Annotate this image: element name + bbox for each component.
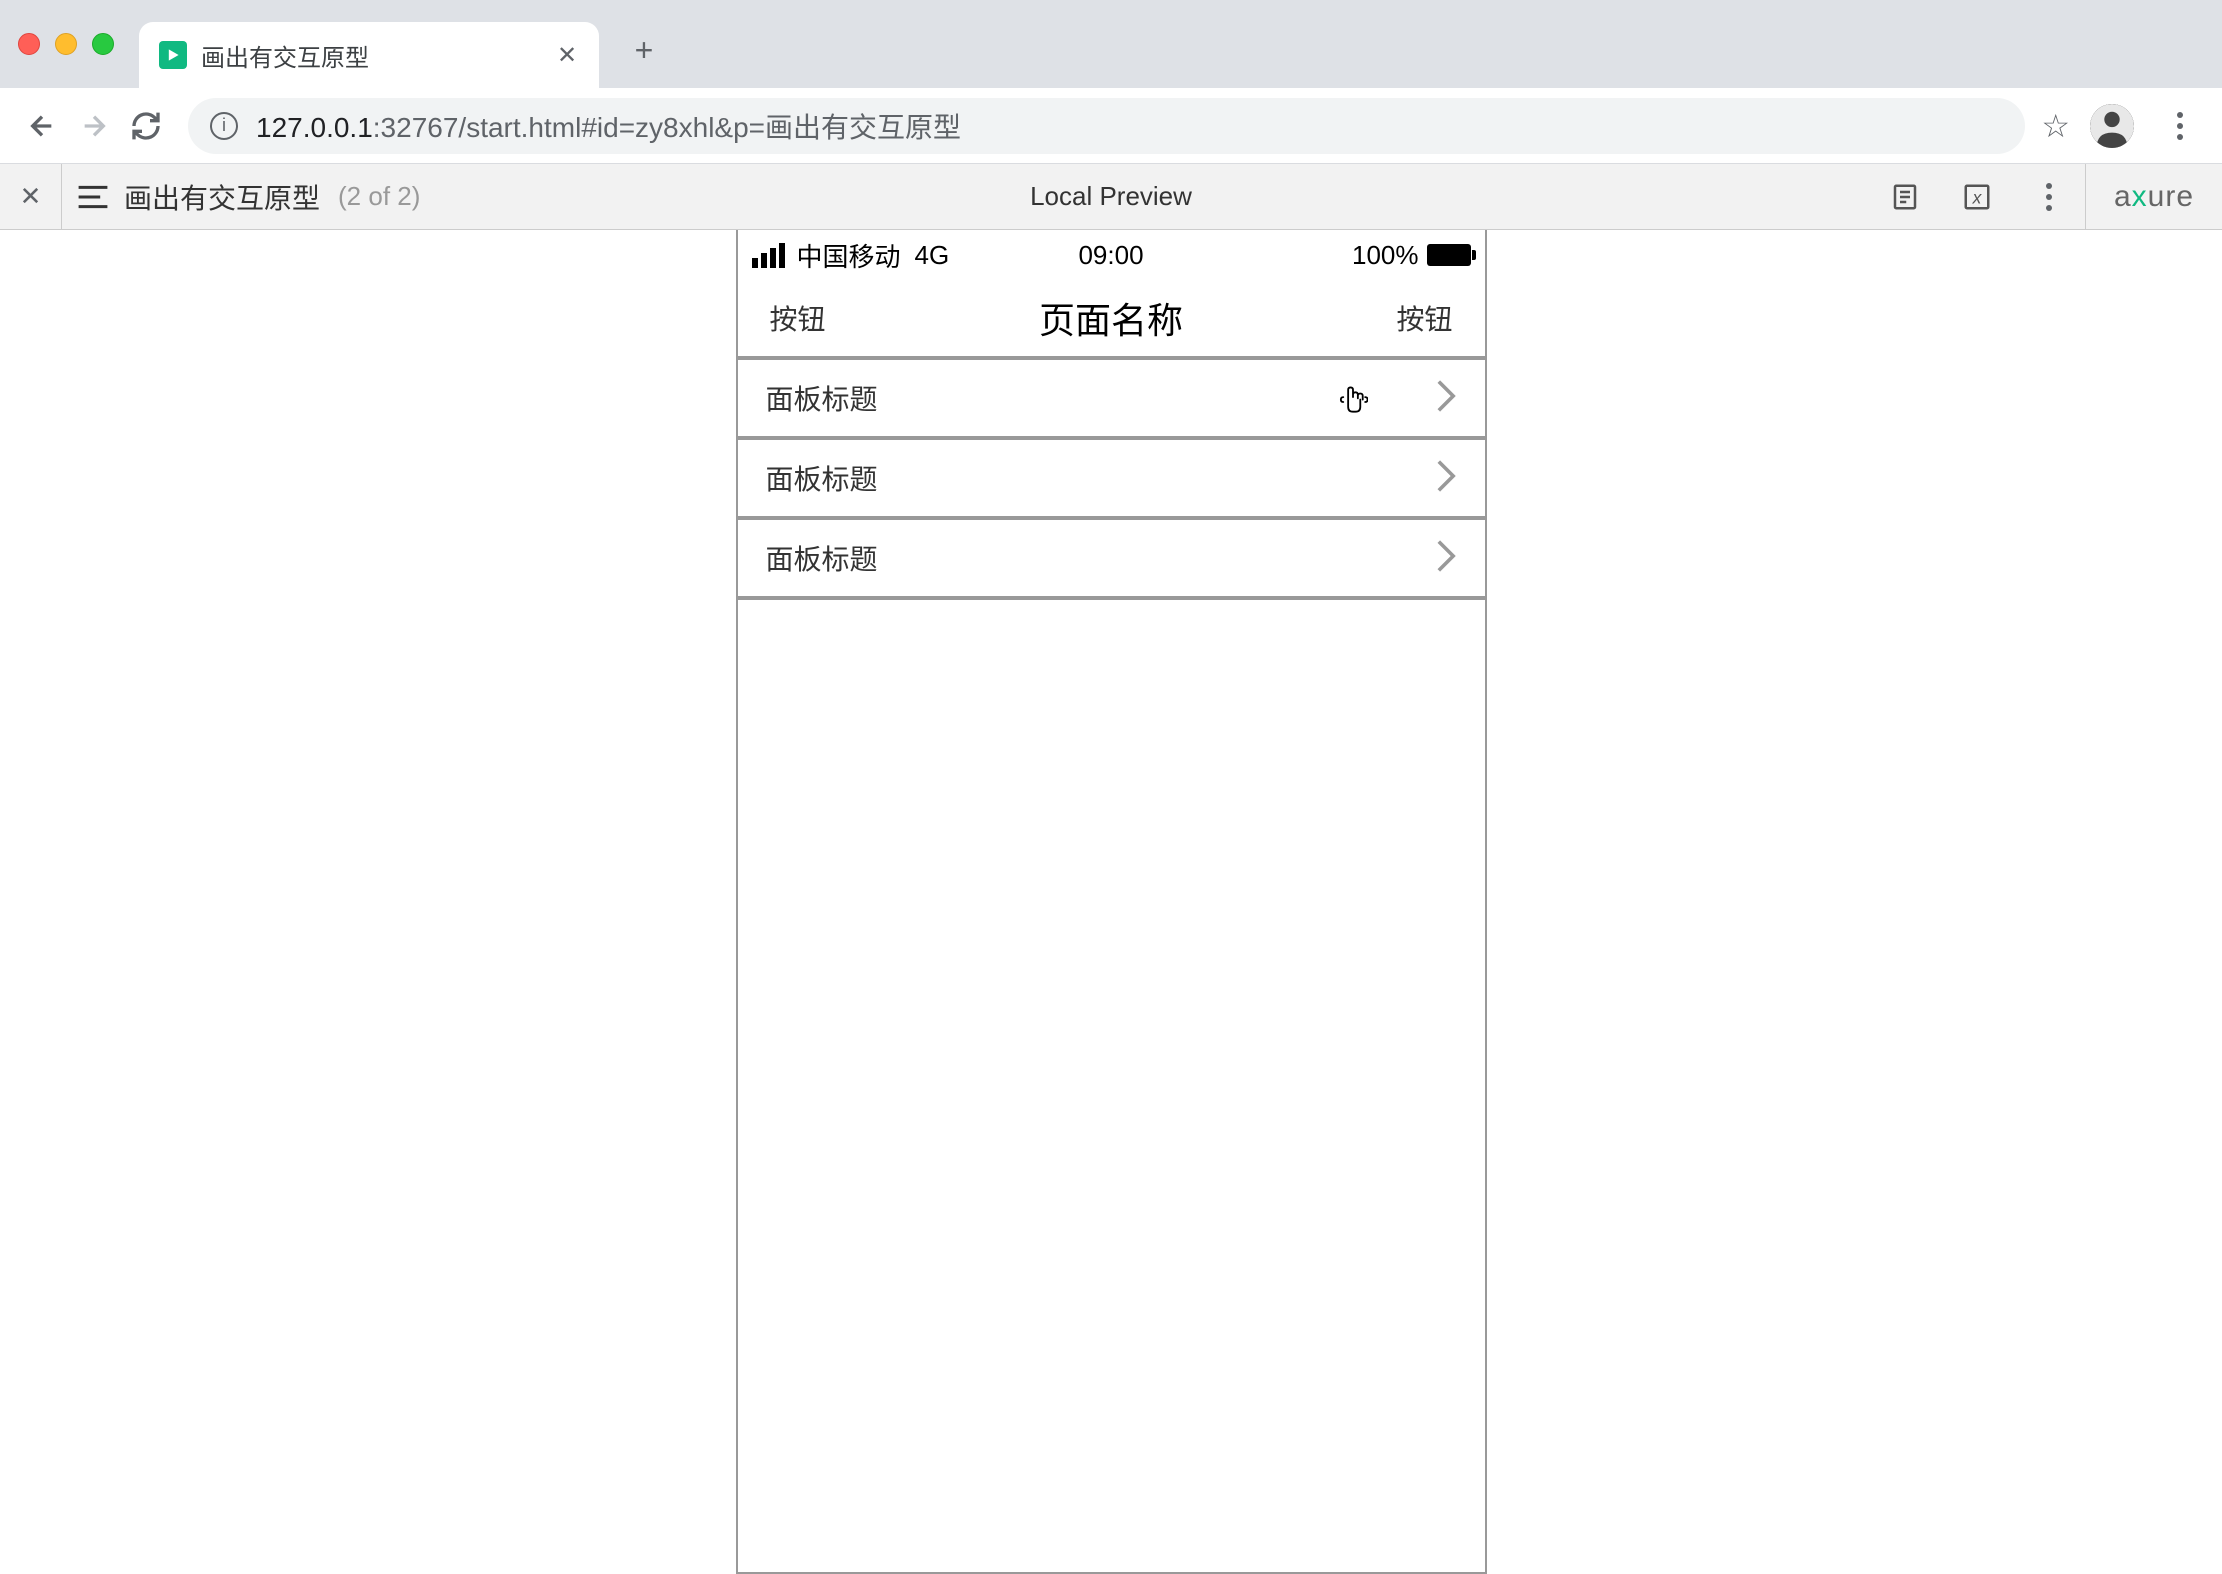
browser-tab[interactable]: 画出有交互原型 ✕ [139,22,599,88]
window-controls [18,33,114,55]
tab-title: 画出有交互原型 [201,38,555,73]
chevron-right-icon [1435,378,1457,419]
bookmark-star-icon[interactable]: ☆ [2041,107,2070,145]
status-time: 09:00 [1078,240,1143,271]
svg-text:x: x [1972,187,1983,207]
nav-title: 页面名称 [1039,292,1183,344]
axure-console-button[interactable]: x [1941,164,2013,229]
window-minimize-button[interactable] [55,33,77,55]
url-field[interactable]: i 127.0.0.1:32767/start.html#id=zy8xhl&p… [188,98,2025,154]
site-info-icon[interactable]: i [210,112,238,140]
list-item-title: 面板标题 [766,538,878,578]
axure-sitemap-button[interactable] [62,164,124,229]
carrier-label: 中国移动 [797,237,901,274]
profile-avatar[interactable] [2090,104,2134,148]
mobile-nav-header: 按钮 页面名称 按钮 [738,280,1485,360]
battery-icon [1427,244,1471,266]
browser-menu-button[interactable] [2154,100,2206,152]
axure-notes-button[interactable] [1869,164,1941,229]
chevron-right-icon [1435,538,1457,579]
nav-left-button[interactable]: 按钮 [770,298,826,338]
battery-status: 100% [1352,240,1471,271]
battery-percentage: 100% [1352,240,1419,271]
new-tab-button[interactable]: + [619,25,669,75]
preview-area: 中国移动 4G 09:00 100% 按钮 页面名称 按钮 面板标题 面板标题 [0,230,2222,1574]
list-item[interactable]: 面板标题 [738,440,1485,520]
url-text: 127.0.0.1:32767/start.html#id=zy8xhl&p=画… [256,106,961,146]
axure-preview-label: Local Preview [1030,181,1192,212]
list-item-title: 面板标题 [766,378,878,418]
browser-chrome: 画出有交互原型 ✕ + i 127.0.0.1:32767/start.html… [0,0,2222,164]
nav-right-button[interactable]: 按钮 [1396,298,1452,338]
mobile-frame: 中国移动 4G 09:00 100% 按钮 页面名称 按钮 面板标题 面板标题 [736,230,1487,1574]
back-button[interactable] [16,100,68,152]
axure-page-count: (2 of 2) [338,181,420,212]
signal-icon [752,243,785,268]
reload-button[interactable] [120,100,172,152]
tab-bar: 画出有交互原型 ✕ + [0,0,2222,88]
chevron-right-icon [1435,458,1457,499]
window-close-button[interactable] [18,33,40,55]
window-maximize-button[interactable] [92,33,114,55]
axure-toolbar: ✕ 画出有交互原型 (2 of 2) Local Preview x axure [0,164,2222,230]
address-bar-right: ☆ [2041,100,2206,152]
axure-page-name: 画出有交互原型 [124,177,320,217]
axure-close-button[interactable]: ✕ [0,164,62,229]
axure-logo[interactable]: axure [2085,164,2222,229]
list-item[interactable]: 面板标题 [738,520,1485,600]
list-item[interactable]: 面板标题 [738,360,1485,440]
axure-more-button[interactable] [2013,164,2085,229]
mobile-status-bar: 中国移动 4G 09:00 100% [738,230,1485,280]
tab-favicon-icon [159,41,187,69]
network-label: 4G [915,240,950,271]
tab-close-button[interactable]: ✕ [555,43,579,67]
list-item-title: 面板标题 [766,458,878,498]
forward-button[interactable] [68,100,120,152]
address-bar: i 127.0.0.1:32767/start.html#id=zy8xhl&p… [0,88,2222,164]
